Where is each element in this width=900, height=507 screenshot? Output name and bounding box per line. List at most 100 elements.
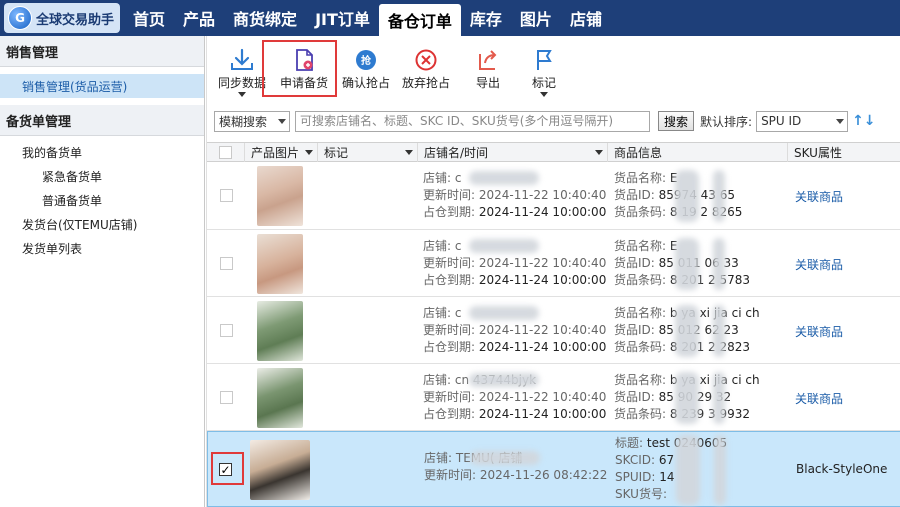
row-checkbox[interactable]: [220, 323, 233, 337]
redaction-blur: [469, 305, 539, 320]
header-label: 产品图片: [251, 146, 300, 160]
info-label: 货品名称:: [614, 171, 667, 185]
cancel-circle-icon: [395, 48, 457, 72]
abandon-button[interactable]: 放弃抢占: [395, 44, 457, 102]
info-label: SKU货号:: [615, 487, 667, 501]
select-all-checkbox[interactable]: [219, 146, 232, 159]
search-button[interactable]: 搜索: [658, 111, 695, 131]
occupy-time-label: 占仓到期:: [423, 272, 476, 287]
info-label: 货品ID:: [614, 389, 655, 404]
product-thumbnail[interactable]: [257, 233, 303, 294]
product-thumbnail[interactable]: [250, 440, 310, 500]
update-time-value: 2024-11-26 08:42:22: [479, 468, 608, 482]
row-checkbox[interactable]: [220, 390, 233, 404]
sidebar-item-1-3[interactable]: 发货台(仅TEMU店铺): [0, 212, 204, 236]
sidebar-item-1-4[interactable]: 发货单列表: [0, 236, 204, 260]
link-product-link[interactable]: 关联商品: [795, 188, 843, 205]
filter-bar: 模糊搜索 搜索 默认排序: SPU ID ↑↓: [207, 108, 900, 134]
table-row[interactable]: 店铺: c 更新时间: 2024-11-22 10:40:40 占仓到期: 2024…: [207, 162, 900, 230]
occupy-time-label: 占仓到期:: [423, 205, 476, 219]
shop-name: 店铺: c: [423, 238, 462, 253]
nav-tab-4[interactable]: 备仓订单: [378, 4, 461, 36]
search-mode-select[interactable]: 模糊搜索: [214, 110, 290, 132]
nav-tab-1[interactable]: 产品: [174, 0, 224, 36]
shop-name: 店铺: c: [423, 305, 462, 320]
search-input[interactable]: [295, 110, 650, 132]
sidebar-section-items: 我的备货单 紧急备货单 普通备货单 发货台(仅TEMU店铺) 发货单列表: [0, 136, 204, 264]
header-select-all[interactable]: [207, 143, 245, 162]
redaction-blur: [675, 304, 699, 357]
header-sku-attr[interactable]: SKU属性: [788, 143, 900, 162]
redaction-blur: [713, 170, 725, 222]
abandon-label: 放弃抢占: [401, 76, 450, 90]
info-label: 货品条码:: [614, 339, 667, 354]
sort-direction-icon[interactable]: ↑↓: [852, 113, 875, 129]
mark-label: 标记: [531, 76, 556, 90]
header-label: 店铺名/时间: [424, 146, 489, 160]
update-time-label: 更新时间:: [424, 468, 477, 482]
occupy-time-value: 2024-11-24 10:00:00: [478, 205, 607, 219]
table-row[interactable]: ✓店铺: TEMU( 店铺更新时间: 2024-11-26 08:42:22标题…: [207, 431, 900, 507]
sidebar-section-1[interactable]: 备货单管理: [0, 105, 204, 136]
table-header: 产品图片 标记 店铺名/时间 商品信息 SKU属性: [207, 142, 900, 162]
sidebar-item-1-2[interactable]: 普通备货单: [0, 188, 204, 212]
app-logo: G 全球交易助手: [4, 3, 121, 33]
header-mark[interactable]: 标记: [318, 143, 418, 162]
product-thumbnail[interactable]: [257, 300, 303, 361]
nav-tab-3[interactable]: JIT订单: [306, 0, 379, 36]
header-label: SKU属性: [794, 146, 842, 160]
table-row[interactable]: 店铺: c 更新时间: 2024-11-22 10:40:40 占仓到期: 2024…: [207, 297, 900, 364]
redaction-blur: [713, 304, 725, 357]
link-product-link[interactable]: 关联商品: [795, 323, 843, 340]
product-thumbnail[interactable]: [257, 166, 303, 226]
info-label: 标题:: [615, 436, 644, 450]
main-nav: 首页 产品 商货绑定 JIT订单 备仓订单 库存 图片 店铺: [124, 0, 611, 36]
highlight-apply-stock-button: [262, 40, 337, 97]
header-product-image[interactable]: 产品图片: [245, 143, 318, 162]
table-row[interactable]: 店铺: cn 43744bjyk更新时间: 2024-11-22 10:40:4…: [207, 364, 900, 431]
chevron-down-icon[interactable]: [305, 150, 313, 155]
nav-tab-2[interactable]: 商货绑定: [224, 0, 306, 36]
sidebar-section-0[interactable]: 销售管理: [0, 36, 204, 67]
sidebar-item-0-0[interactable]: 销售管理(货品运营): [0, 74, 204, 98]
product-thumbnail[interactable]: [257, 367, 303, 428]
link-product-link[interactable]: 关联商品: [795, 390, 843, 407]
occupy-time-value: 2024-11-24 10:00:00: [478, 339, 607, 354]
sidebar-item-1-1[interactable]: 紧急备货单: [0, 164, 204, 188]
redaction-blur: [469, 372, 539, 387]
sort-label: 默认排序:: [700, 114, 753, 129]
header-product-info[interactable]: 商品信息: [608, 143, 788, 162]
grab-button[interactable]: 抢确认抢占: [335, 44, 397, 102]
redaction-blur: [675, 170, 699, 222]
globe-logo-icon: G: [8, 6, 32, 30]
sort-select[interactable]: SPU ID: [756, 110, 849, 132]
chevron-down-icon: [836, 118, 845, 124]
info-value: 14: [659, 470, 675, 484]
redaction-blur: [714, 435, 726, 505]
chevron-down-icon[interactable]: [595, 150, 603, 155]
link-product-link[interactable]: 关联商品: [795, 256, 843, 273]
sidebar-item-1-0[interactable]: 我的备货单: [0, 140, 204, 164]
chevron-down-icon[interactable]: [540, 92, 548, 97]
table-row[interactable]: 店铺: c 更新时间: 2024-11-22 10:40:40 占仓到期: 2024…: [207, 230, 900, 297]
info-label: 货品ID:: [614, 255, 655, 270]
nav-tab-0[interactable]: 首页: [124, 0, 174, 36]
export-icon: [457, 48, 519, 72]
sidebar-section-items: 销售管理(货品运营): [0, 67, 204, 105]
chevron-down-icon[interactable]: [405, 150, 413, 155]
row-checkbox[interactable]: [220, 189, 233, 202]
sort-value: SPU ID: [761, 114, 802, 128]
info-label: 货品名称:: [614, 238, 667, 253]
nav-tab-5[interactable]: 库存: [461, 0, 511, 36]
nav-tab-7[interactable]: 店铺: [561, 0, 611, 36]
mark-button[interactable]: 标记: [513, 44, 575, 102]
info-label: SPUID:: [615, 470, 656, 484]
header-shop-time[interactable]: 店铺名/时间: [418, 143, 608, 162]
header-label: 商品信息: [614, 146, 663, 160]
row-checkbox[interactable]: [220, 256, 233, 270]
export-button[interactable]: 导出: [457, 44, 519, 102]
app-title: 全球交易助手: [36, 12, 115, 28]
chevron-down-icon[interactable]: [238, 92, 246, 97]
nav-tab-6[interactable]: 图片: [511, 0, 561, 36]
occupy-time-label: 占仓到期:: [423, 406, 476, 421]
